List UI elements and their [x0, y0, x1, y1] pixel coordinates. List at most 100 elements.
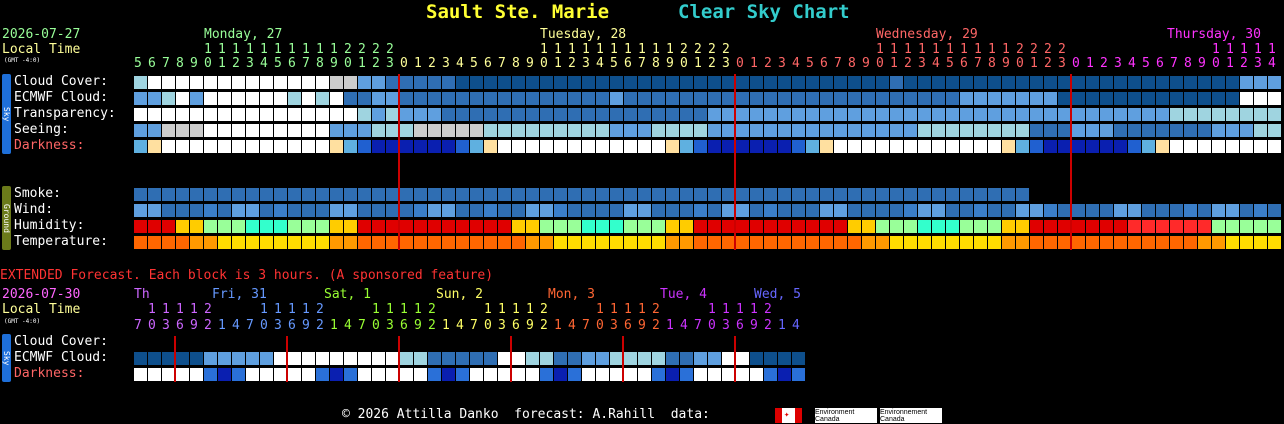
humidity-cell — [736, 220, 749, 233]
cloud-cell — [568, 76, 581, 89]
hour-ones-digit-19: 0 — [400, 56, 408, 71]
hour-ones-digit-13: 8 — [316, 56, 324, 71]
hour-ones-digit-61: 8 — [988, 56, 996, 71]
transparency-cell — [1226, 108, 1239, 121]
humidity-cell — [988, 220, 1001, 233]
seeing-cell — [890, 124, 903, 137]
transparency-cell — [204, 108, 217, 121]
hour-ones-digit-12: 7 — [302, 56, 310, 71]
extended-midnight-line — [398, 336, 400, 382]
ext-tens-digit-33: 1 — [596, 302, 604, 317]
wind-cell — [1184, 204, 1197, 217]
day-label-wednesday: Wednesday, 29 — [876, 27, 978, 42]
cloud-cell — [1016, 76, 1029, 89]
humidity-cell — [330, 220, 343, 233]
canada-flag-icon[interactable]: ✦ — [775, 408, 802, 423]
ecmwf-cell — [904, 92, 917, 105]
temperature-cell — [1156, 236, 1169, 249]
humidity-cell — [1142, 220, 1155, 233]
darkness-cell — [1254, 140, 1267, 153]
smoke-cell — [596, 188, 609, 201]
ext-tens-digit-21: 2 — [428, 302, 436, 317]
humidity-cell — [134, 220, 147, 233]
row-label-smoke: Smoke: — [14, 186, 61, 201]
temperature-cell — [1114, 236, 1127, 249]
hour-ones-digit-72: 5 — [1142, 56, 1150, 71]
humidity-cell — [1128, 220, 1141, 233]
ecmwf-cell — [568, 92, 581, 105]
humidity-cell — [834, 220, 847, 233]
ecmwf-cell — [834, 92, 847, 105]
hour-ones-digit-29: 0 — [540, 56, 548, 71]
extended-darkness-cell — [260, 368, 273, 381]
darkness-cell — [666, 140, 679, 153]
humidity-cell — [274, 220, 287, 233]
seeing-cell — [918, 124, 931, 137]
darkness-cell — [288, 140, 301, 153]
humidity-cell — [806, 220, 819, 233]
ecmwf-cell — [1156, 92, 1169, 105]
seeing-cell — [470, 124, 483, 137]
seeing-cell — [414, 124, 427, 137]
environment-canada-logo[interactable]: Environment Canada — [815, 408, 877, 423]
transparency-cell — [946, 108, 959, 121]
ext-ones-digit-42: 3 — [722, 318, 730, 333]
hour-ones-digit-7: 2 — [232, 56, 240, 71]
hour-ones-digit-18: 3 — [386, 56, 394, 71]
cloud-cell — [764, 76, 777, 89]
cloud-cell — [1268, 76, 1281, 89]
seeing-cell — [190, 124, 203, 137]
ecmwf-cell — [848, 92, 861, 105]
wind-cell — [652, 204, 665, 217]
wind-cell — [778, 204, 791, 217]
darkness-cell — [1030, 140, 1043, 153]
smoke-cell — [946, 188, 959, 201]
ext-ones-digit-41: 0 — [708, 318, 716, 333]
extended-ecmwf-cell — [316, 352, 329, 365]
cloud-cell — [134, 76, 147, 89]
seeing-cell — [1044, 124, 1057, 137]
darkness-cell — [960, 140, 973, 153]
ecmwf-cell — [1114, 92, 1127, 105]
temperature-cell — [1016, 236, 1029, 249]
cloud-cell — [708, 76, 721, 89]
darkness-cell — [820, 140, 833, 153]
wind-cell — [988, 204, 1001, 217]
smoke-cell — [778, 188, 791, 201]
ext-tens-digit-29: 2 — [540, 302, 548, 317]
smoke-cell — [862, 188, 875, 201]
hour-ones-digit-80: 3 — [1254, 56, 1262, 71]
darkness-cell — [1198, 140, 1211, 153]
ext-ones-digit-4: 9 — [190, 318, 198, 333]
darkness-cell — [932, 140, 945, 153]
smoke-cell — [610, 188, 623, 201]
extended-sky-sidebar: Sky — [2, 334, 11, 382]
extended-ecmwf-cell — [512, 352, 525, 365]
darkness-cell — [974, 140, 987, 153]
ecmwf-cell — [918, 92, 931, 105]
darkness-cell — [1240, 140, 1253, 153]
wind-cell — [414, 204, 427, 217]
wind-cell — [918, 204, 931, 217]
extended-day-label-3: Sun, 2 — [436, 287, 483, 302]
extended-day-label-1: Fri, 31 — [212, 287, 267, 302]
extended-darkness-cell — [344, 368, 357, 381]
humidity-cell — [638, 220, 651, 233]
ecmwf-cell — [1198, 92, 1211, 105]
seeing-cell — [750, 124, 763, 137]
midnight-line — [1070, 74, 1072, 250]
environnement-canada-logo[interactable]: Environnement Canada — [880, 408, 942, 423]
cloud-cell — [1030, 76, 1043, 89]
darkness-cell — [1226, 140, 1239, 153]
smoke-cell — [414, 188, 427, 201]
seeing-cell — [960, 124, 973, 137]
humidity-cell — [358, 220, 371, 233]
cloud-cell — [1226, 76, 1239, 89]
ecmwf-cell — [204, 92, 217, 105]
extended-ecmwf-cell — [764, 352, 777, 365]
temperature-cell — [526, 236, 539, 249]
humidity-cell — [400, 220, 413, 233]
temperature-cell — [302, 236, 315, 249]
temperature-cell — [750, 236, 763, 249]
ext-ones-digit-38: 1 — [666, 318, 674, 333]
